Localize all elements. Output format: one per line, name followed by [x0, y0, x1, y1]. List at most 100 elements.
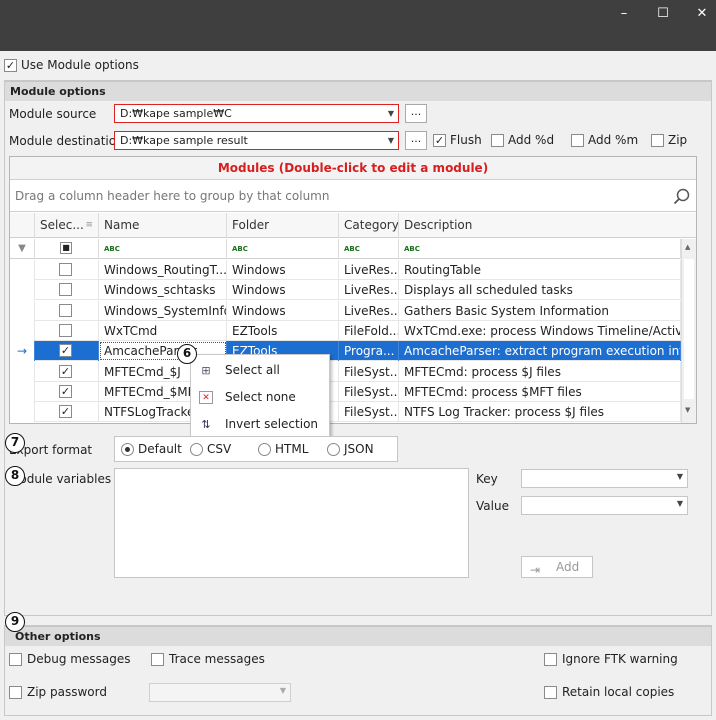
export-html-radio[interactable] — [258, 442, 271, 456]
row-checkbox[interactable] — [59, 283, 72, 297]
row-checkbox[interactable] — [59, 263, 72, 276]
filter-name[interactable]: ABC — [99, 239, 227, 259]
retain-local-checkbox[interactable] — [544, 685, 557, 699]
row-category: Progra... — [339, 341, 399, 362]
row-category: FileFold... — [339, 320, 399, 341]
export-default-option[interactable]: Default — [121, 442, 182, 456]
trace-messages-checkbox[interactable] — [151, 652, 164, 666]
table-row[interactable]: Windows_schtasks Windows LiveRes... Display… — [10, 280, 681, 301]
trace-messages-option[interactable]: Trace messages — [151, 652, 265, 666]
group-panel[interactable]: Drag a column header here to group by th… — [10, 181, 696, 212]
row-description: AmcacheParser: extract program execution… — [399, 341, 681, 362]
invert-selection-icon: ⇅ — [201, 418, 211, 431]
export-json-label: JSON — [344, 442, 374, 456]
zip-option[interactable]: Zip — [651, 133, 687, 147]
export-json-option[interactable]: JSON — [327, 442, 374, 456]
debug-messages-checkbox[interactable] — [9, 652, 22, 666]
flush-option[interactable]: ✓ Flush — [433, 133, 482, 147]
row-checkbox[interactable] — [59, 323, 72, 337]
add-icon: ⇥ — [530, 563, 541, 577]
search-icon[interactable] — [673, 188, 690, 205]
add-m-option[interactable]: Add %m — [571, 133, 638, 147]
add-m-checkbox[interactable] — [571, 133, 584, 147]
module-destination-browse-button[interactable]: ... — [405, 131, 427, 150]
ignore-ftk-option[interactable]: Ignore FTK warning — [544, 652, 678, 666]
value-combo[interactable]: ▼ — [521, 496, 688, 515]
column-folder[interactable]: Folder — [227, 213, 339, 238]
text-filter-icon: ABC — [404, 245, 420, 253]
row-select-cell[interactable] — [35, 320, 99, 341]
row-checkbox[interactable] — [59, 303, 72, 317]
row-select-cell[interactable]: ✓ — [35, 381, 99, 402]
table-row[interactable]: → ✓ AmcacheParser EZTools Progra... AmcachePa… — [10, 341, 681, 362]
row-select-cell[interactable] — [35, 280, 99, 301]
filter-selected-checkbox[interactable]: ■ — [60, 242, 72, 254]
export-json-radio[interactable] — [327, 442, 340, 456]
row-checkbox[interactable]: ✓ — [59, 364, 72, 378]
filter-folder[interactable]: ABC — [227, 239, 339, 259]
scroll-track[interactable] — [684, 259, 694, 399]
export-default-radio[interactable] — [121, 442, 134, 456]
row-select-cell[interactable]: ✓ — [35, 361, 99, 382]
chevron-down-icon: ▼ — [676, 472, 683, 481]
flush-checkbox[interactable]: ✓ — [433, 133, 446, 147]
column-name[interactable]: Name — [99, 213, 227, 238]
zip-checkbox[interactable] — [651, 133, 664, 147]
export-csv-option[interactable]: CSV — [190, 442, 231, 456]
filter-selected[interactable]: ■ — [35, 239, 99, 259]
sort-icon: ≡ — [85, 220, 93, 230]
row-checkbox[interactable]: ✓ — [59, 344, 72, 358]
row-checkbox[interactable]: ✓ — [59, 405, 72, 419]
scroll-up-icon[interactable]: ▲ — [685, 243, 690, 251]
add-d-option[interactable]: Add %d — [491, 133, 554, 147]
module-source-combo[interactable]: D:₩kape sample₩C ▼ — [114, 104, 399, 123]
close-button[interactable]: ✕ — [680, 0, 716, 26]
context-select-none[interactable]: ✕ Select none — [191, 384, 329, 411]
debug-messages-option[interactable]: Debug messages — [9, 652, 130, 666]
add-d-checkbox[interactable] — [491, 133, 504, 147]
row-folder: Windows — [227, 280, 339, 301]
column-selected[interactable]: Selec... ≡ — [35, 213, 99, 238]
table-row[interactable]: ✓NTFSLogTrackerEZToolsFileSyst...NTFS Lo… — [10, 402, 681, 423]
module-destination-combo[interactable]: D:₩kape sample result ▼ — [114, 131, 399, 150]
table-row[interactable]: ✓MFTECmd_$JEZToolsFileSyst...MFTECmd: pr… — [10, 361, 681, 382]
row-select-cell[interactable]: ✓ — [35, 402, 99, 423]
module-variables-list[interactable] — [114, 468, 469, 578]
column-category[interactable]: Category — [339, 213, 399, 238]
row-select-cell[interactable] — [35, 260, 99, 280]
retain-local-option[interactable]: Retain local copies — [544, 685, 674, 699]
use-module-options-checkbox[interactable]: ✓ — [4, 58, 17, 72]
context-invert-selection[interactable]: ⇅ Invert selection — [191, 411, 329, 438]
row-description: Displays all scheduled tasks — [399, 280, 681, 301]
module-source-browse-button[interactable]: ... — [405, 104, 427, 123]
filter-icon[interactable]: ▼ — [10, 239, 35, 259]
export-csv-label: CSV — [207, 442, 232, 456]
table-row[interactable]: WxTCmd EZTools FileFold... WxTCmd.exe: proc… — [10, 320, 681, 341]
row-checkbox[interactable]: ✓ — [59, 384, 72, 398]
use-module-options[interactable]: ✓ Use Module options — [4, 58, 139, 72]
table-row[interactable]: ✓MFTECmd_$MFTEZToolsFileSyst...MFTECmd: … — [10, 381, 681, 402]
table-row[interactable]: Windows_RoutingT... Windows LiveRes... Rout… — [10, 260, 681, 280]
grid-scrollbar[interactable]: ▲ ▼ — [681, 239, 696, 423]
table-row[interactable]: Windows_SystemInfo Windows LiveRes... Gathe… — [10, 300, 681, 321]
filter-category[interactable]: ABC — [339, 239, 399, 259]
export-csv-radio[interactable] — [190, 442, 203, 456]
context-select-all[interactable]: ⊞ Select all — [191, 357, 329, 384]
add-variable-button[interactable]: ⇥ Add — [521, 556, 593, 578]
text-filter-icon: ABC — [104, 245, 120, 253]
maximize-button[interactable]: ☐ — [641, 0, 685, 26]
filter-description[interactable]: ABC — [399, 239, 681, 259]
row-select-cell[interactable]: ✓ — [35, 341, 99, 362]
zip-password-combo[interactable]: ▼ — [149, 683, 291, 702]
row-select-cell[interactable] — [35, 300, 99, 321]
context-select-all-label: Select all — [225, 363, 280, 377]
ignore-ftk-checkbox[interactable] — [544, 652, 557, 666]
scroll-down-icon[interactable]: ▼ — [685, 406, 690, 414]
minimize-button[interactable]: – — [602, 0, 646, 26]
marker-8: 8 — [5, 466, 25, 486]
key-combo[interactable]: ▼ — [521, 469, 688, 488]
column-description[interactable]: Description — [399, 213, 696, 238]
export-html-option[interactable]: HTML — [258, 442, 308, 456]
zip-password-checkbox[interactable] — [9, 685, 22, 699]
zip-password-option[interactable]: Zip password — [9, 685, 107, 699]
